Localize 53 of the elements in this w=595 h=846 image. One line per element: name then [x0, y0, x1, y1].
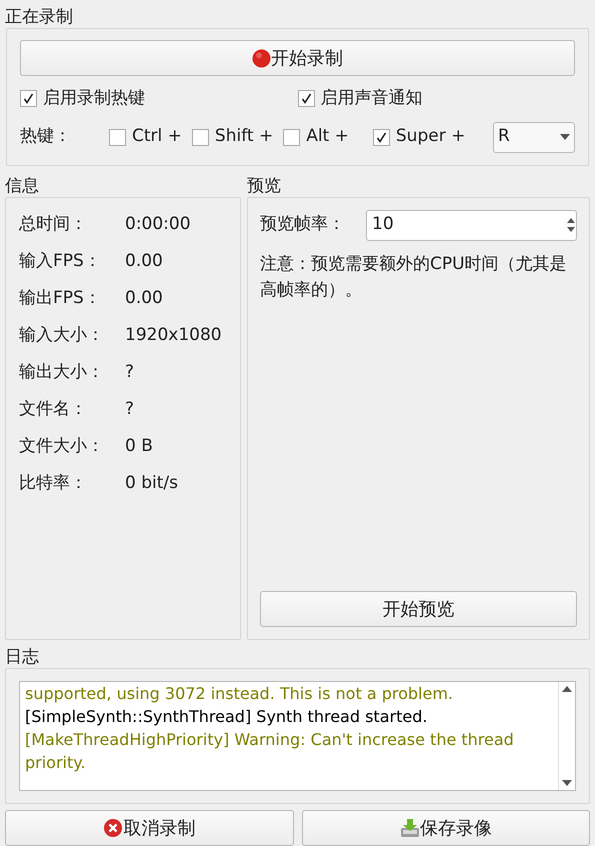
info-value: 0.00: [125, 286, 163, 310]
save-button[interactable]: 保存录像: [302, 810, 590, 846]
info-label: 比特率：: [19, 472, 88, 494]
close-icon: [103, 818, 124, 838]
info-label: 输入大小：: [19, 324, 105, 346]
download-icon: [400, 818, 420, 838]
modifier-label: Shift +: [214, 125, 274, 148]
checkbox[interactable]: [192, 128, 209, 146]
checkbox[interactable]: [109, 128, 126, 146]
caret-icon: [560, 134, 570, 140]
checkbox[interactable]: [20, 90, 37, 108]
info-label: 输入FPS：: [19, 250, 102, 272]
check-icon: [23, 93, 34, 104]
log-line: [SimpleSynth::SynthThread] Synth thread started.: [25, 706, 428, 728]
info-label: 输出FPS：: [19, 286, 102, 310]
info-label: 输出大小：: [19, 360, 105, 384]
checkbox[interactable]: [372, 128, 390, 146]
checkbox[interactable]: [283, 128, 300, 146]
scroll-up-icon[interactable]: [562, 686, 572, 692]
preview-note: 注意：预览需要额外的CPU时间（尤其是高帧率的）。: [260, 252, 568, 302]
group-title: 日志: [5, 646, 40, 668]
info-label: 文件名：: [19, 398, 88, 420]
info-label: 文件大小：: [19, 434, 105, 458]
check-icon: [300, 93, 312, 104]
info-value: 0.00: [125, 250, 163, 272]
modifier-label: Alt +: [306, 125, 349, 148]
start-preview-button[interactable]: 开始预览: [260, 591, 577, 627]
check-icon: [376, 132, 387, 142]
info-value: 1920x1080: [125, 324, 222, 346]
start-recording-button[interactable]: 开始录制: [20, 40, 575, 76]
option-label: 启用声音通知: [320, 87, 422, 110]
info-value: 0 bit/s: [125, 472, 178, 494]
log-line: [MakeThreadHighPriority] Warning: Can't increase the thread priority.: [25, 729, 515, 774]
info-value: ?: [125, 360, 134, 384]
checkbox[interactable]: [298, 90, 314, 108]
frame-rate-label: 预览帧率：: [260, 213, 346, 236]
key-dropdown[interactable]: R: [493, 122, 575, 152]
group-title: 信息: [5, 174, 40, 196]
record-icon: [252, 48, 271, 68]
group-title: 预览: [247, 174, 282, 196]
group-title: 正在录制: [5, 6, 74, 28]
frame-rate-spinbox[interactable]: 10: [366, 210, 577, 240]
cancel-button[interactable]: 取消录制: [5, 810, 294, 846]
modifier-label: Super +: [396, 125, 466, 148]
info-value: ?: [125, 398, 134, 420]
hotkey-label: 热键：: [20, 125, 72, 148]
info-label: 总时间：: [19, 212, 88, 236]
info-value: 0:00:00: [125, 212, 191, 236]
option-label: 启用录制热键: [43, 87, 145, 110]
info-value: 0 B: [125, 434, 153, 458]
scroll-down-icon[interactable]: [562, 780, 572, 786]
modifier-label: Ctrl +: [132, 125, 182, 148]
log-line: supported, using 3072 instead. This is not a problem.: [25, 683, 454, 705]
